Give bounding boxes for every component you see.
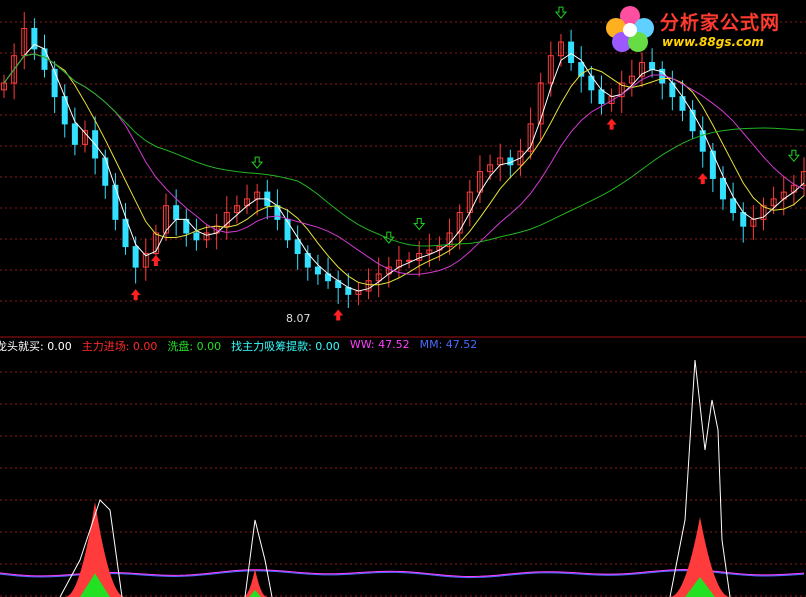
sell-arrow-icon — [554, 6, 568, 19]
buy-arrow-icon — [697, 173, 708, 185]
legend-item: 洗盘: 0.00 — [167, 340, 222, 353]
flower-logo-icon — [606, 6, 654, 52]
candle-body — [649, 62, 656, 70]
sell-arrow-icon — [787, 149, 800, 163]
site-logo: 分析家公式网 www.88gs.com — [600, 2, 806, 54]
legend-item: MM: 47.52 — [419, 338, 478, 351]
sell-arrow-icon — [382, 231, 395, 244]
candle-body — [730, 198, 737, 214]
candle-body — [294, 239, 301, 254]
legend-item: 找主力吸筹提款: 0.00 — [231, 340, 340, 353]
candle-body — [598, 89, 605, 104]
candle-body — [314, 266, 321, 275]
moving-average-line — [3, 53, 805, 247]
logo-url: www.88gs.com — [662, 35, 764, 49]
candle-body — [112, 184, 119, 220]
candle-body — [51, 68, 58, 98]
sell-arrow-icon — [251, 156, 264, 169]
candle-body — [71, 123, 78, 145]
moving-average-line — [3, 53, 805, 286]
buy-arrow-icon — [333, 309, 344, 321]
candle-body — [740, 212, 747, 227]
sell-arrow-icon — [413, 217, 426, 231]
buy-arrow-icon — [606, 118, 617, 130]
candle-body — [193, 232, 200, 241]
buy-arrow-icon — [130, 289, 141, 301]
candle-body — [173, 205, 180, 220]
candle-body — [709, 150, 716, 179]
legend-item: 龙头就买: 0.00 — [0, 340, 72, 353]
legend-item: WW: 47.52 — [349, 338, 410, 351]
candle-body — [719, 177, 726, 200]
low-price-label: 8.07 — [286, 312, 311, 325]
candle-body — [568, 41, 575, 64]
buy-arrow-icon — [150, 255, 161, 266]
candle-body — [406, 259, 413, 262]
moving-average-line — [3, 43, 805, 292]
kline-chart[interactable] — [0, 0, 806, 597]
logo-title: 分析家公式网 — [660, 12, 781, 34]
legend-item: 主力进场: 0.00 — [81, 340, 158, 353]
indicator-legend: 龙头就买: 0.00 主力进场: 0.00 洗盘: 0.00 找主力吸筹提款: 0.0… — [0, 338, 487, 354]
candle-body — [122, 218, 129, 248]
candle-body — [132, 246, 139, 268]
